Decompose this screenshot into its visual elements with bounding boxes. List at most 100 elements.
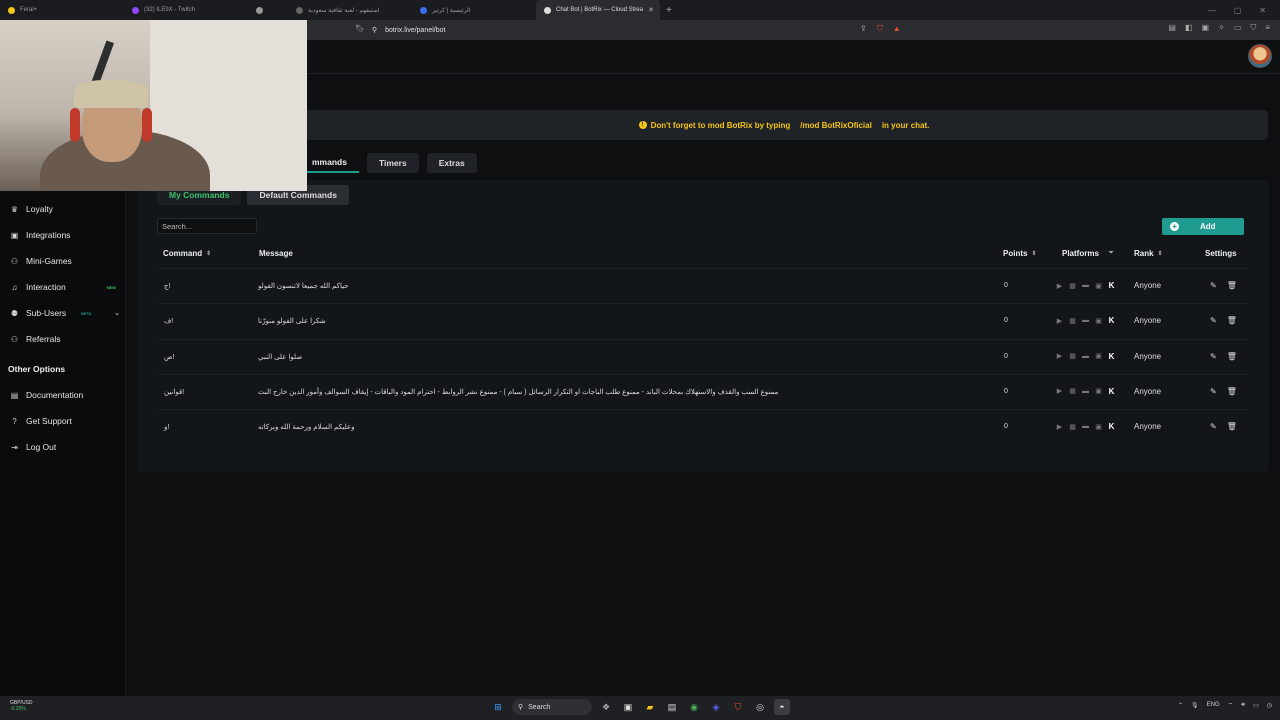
- trovo-icon[interactable]: ▬: [1081, 352, 1090, 361]
- user-avatar[interactable]: [1248, 44, 1272, 68]
- url-field[interactable]: ⚲ botrix.live/panel/bot: [372, 23, 912, 37]
- youtube-icon[interactable]: ▶: [1055, 387, 1064, 396]
- youtube-icon[interactable]: ▶: [1055, 422, 1064, 431]
- file-explorer-icon[interactable]: ▰: [642, 699, 658, 715]
- browser-tab-active[interactable]: Chat Bot | BotRix — Cloud Strea ✕: [536, 0, 660, 20]
- sort-icon[interactable]: ⇕: [1031, 250, 1036, 257]
- store-icon[interactable]: ▤: [664, 699, 680, 715]
- kick-icon[interactable]: K: [1107, 316, 1116, 325]
- sidebar-item-documentation[interactable]: ▤ Documentation: [10, 390, 122, 400]
- sidebar-item-mini-games[interactable]: ⚇ Mini-Games: [10, 256, 122, 266]
- points-column-header[interactable]: Points ⇕: [1003, 249, 1036, 258]
- browser-tab[interactable]: Feral+: [0, 0, 124, 20]
- language-indicator[interactable]: ENG: [1207, 702, 1220, 708]
- twitch-icon[interactable]: ▦: [1068, 281, 1077, 290]
- kick-icon[interactable]: K: [1107, 352, 1116, 361]
- facebook-icon[interactable]: ▣: [1094, 387, 1103, 396]
- sort-icon[interactable]: ⇕: [1158, 250, 1163, 257]
- sidebar-item-get-support[interactable]: ? Get Support: [10, 416, 122, 426]
- youtube-icon[interactable]: ▶: [1055, 352, 1064, 361]
- kick-icon[interactable]: K: [1107, 422, 1116, 431]
- site-info-icon[interactable]: ⚲: [372, 26, 377, 34]
- trash-icon[interactable]: 🗑︎: [1227, 316, 1237, 325]
- edit-icon[interactable]: ✎: [1210, 422, 1217, 431]
- sidebar-item-referrals[interactable]: ⚇ Referrals: [10, 334, 122, 344]
- youtube-icon[interactable]: ▶: [1055, 316, 1064, 325]
- new-tab-button[interactable]: +: [666, 5, 672, 16]
- wifi-icon[interactable]: ⌔: [1228, 701, 1234, 709]
- sidebar-item-interaction[interactable]: ♫ Interaction NEW: [10, 282, 122, 292]
- twitch-icon[interactable]: ▦: [1068, 352, 1077, 361]
- facebook-icon[interactable]: ▣: [1094, 422, 1103, 431]
- trash-icon[interactable]: 🗑︎: [1227, 422, 1237, 431]
- browser-tab[interactable]: (32) ILE9X - Twitch: [124, 0, 248, 20]
- minimize-icon[interactable]: —: [1208, 6, 1216, 15]
- widgets-icon[interactable]: ❖: [598, 699, 614, 715]
- tab-search-icon[interactable]: ▣: [1202, 23, 1210, 33]
- trash-icon[interactable]: 🗑︎: [1227, 281, 1237, 290]
- command-column-header[interactable]: Command ⇕: [163, 249, 211, 258]
- windows-start-icon[interactable]: ⊞: [490, 699, 506, 715]
- brave-shield-icon[interactable]: ⛉: [877, 24, 883, 34]
- brave-icon[interactable]: ⛉: [730, 699, 746, 715]
- facebook-icon[interactable]: ▣: [1094, 352, 1103, 361]
- trovo-icon[interactable]: ▬: [1081, 387, 1090, 396]
- sidebar-item-sub-users[interactable]: ⚉ Sub-Users BETA ⌄: [10, 308, 122, 318]
- close-tab-icon[interactable]: ✕: [648, 6, 654, 14]
- sidebar-item-integrations[interactable]: ▣ Integrations: [10, 230, 122, 240]
- twitch-icon[interactable]: ▦: [1068, 422, 1077, 431]
- battery-icon[interactable]: ▭: [1253, 702, 1259, 709]
- taskbar-search[interactable]: ⚲ Search: [512, 699, 592, 715]
- trovo-icon[interactable]: ▬: [1081, 281, 1090, 290]
- youtube-icon[interactable]: ▶: [1055, 281, 1064, 290]
- menu-icon[interactable]: ≡: [1265, 23, 1270, 33]
- tab-extras[interactable]: Extras: [426, 153, 477, 173]
- tab-timers[interactable]: Timers: [366, 153, 419, 173]
- reader-icon[interactable]: ▤: [1168, 23, 1176, 33]
- search-input[interactable]: [157, 218, 257, 234]
- leo-icon[interactable]: ✧: [1218, 23, 1225, 33]
- close-window-icon[interactable]: ✕: [1259, 6, 1266, 15]
- ticker-widget[interactable]: GBP/USD -0.20%: [10, 700, 33, 712]
- facebook-icon[interactable]: ▣: [1094, 281, 1103, 290]
- edit-icon[interactable]: ✎: [1210, 316, 1217, 325]
- rewards-icon[interactable]: ▲: [893, 24, 901, 34]
- chrome-icon[interactable]: ◉: [686, 699, 702, 715]
- sort-icon[interactable]: ⇕: [206, 250, 211, 257]
- mic-icon[interactable]: 🎙︎: [1191, 702, 1199, 709]
- browser-tab[interactable]: [248, 0, 288, 20]
- task-view-icon[interactable]: ▣: [620, 699, 636, 715]
- trovo-icon[interactable]: ▬: [1081, 316, 1090, 325]
- tray-chevron-icon[interactable]: ⌃: [1178, 702, 1183, 709]
- volume-icon[interactable]: 🔊︎: [1241, 702, 1245, 709]
- share-icon[interactable]: ⇪: [860, 24, 867, 34]
- sidebar-item-loyalty[interactable]: ♛ Loyalty: [10, 204, 122, 214]
- browser-tab[interactable]: الرئيسية | كرتيز: [412, 0, 536, 20]
- obs-icon[interactable]: ◎: [752, 699, 768, 715]
- bookmark-icon[interactable]: 🔖︎: [355, 24, 365, 33]
- chevron-down-icon[interactable]: ⌄: [114, 309, 120, 317]
- kick-icon[interactable]: K: [1107, 281, 1116, 290]
- sidebar-toggle-icon[interactable]: ◧: [1185, 23, 1193, 33]
- tab-commands[interactable]: mmands: [300, 153, 359, 173]
- discord-icon[interactable]: ◈: [708, 699, 724, 715]
- twitch-icon[interactable]: ▦: [1068, 387, 1077, 396]
- kick-icon[interactable]: K: [1107, 387, 1116, 396]
- vpn-icon[interactable]: ⛉: [1250, 23, 1256, 33]
- clock-icon[interactable]: ◷: [1267, 702, 1272, 709]
- edit-icon[interactable]: ✎: [1210, 387, 1217, 396]
- maximize-icon[interactable]: ▢: [1234, 6, 1242, 15]
- rank-column-header[interactable]: Rank ⇕: [1134, 249, 1163, 258]
- edit-icon[interactable]: ✎: [1210, 352, 1217, 361]
- trash-icon[interactable]: 🗑︎: [1227, 387, 1237, 396]
- filter-icon[interactable]: ⏷: [1109, 250, 1114, 257]
- trash-icon[interactable]: 🗑︎: [1227, 352, 1237, 361]
- wallet-icon[interactable]: ▭: [1234, 23, 1242, 33]
- trovo-icon[interactable]: ▬: [1081, 422, 1090, 431]
- twitch-icon[interactable]: ▦: [1068, 316, 1077, 325]
- sidebar-item-log-out[interactable]: ⇥ Log Out: [10, 442, 122, 452]
- edit-icon[interactable]: ✎: [1210, 281, 1217, 290]
- browser-tab[interactable]: استيقهم - لعبة ثقافية سعودية: [288, 0, 412, 20]
- steam-icon[interactable]: ◓: [774, 699, 790, 715]
- facebook-icon[interactable]: ▣: [1094, 316, 1103, 325]
